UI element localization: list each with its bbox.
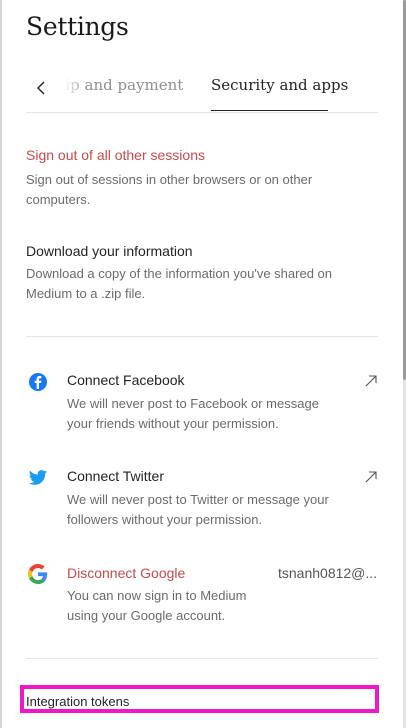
facebook-description: We will never post to Facebook or messag… bbox=[67, 396, 319, 431]
external-arrow-icon[interactable] bbox=[364, 374, 378, 388]
disconnect-google-link[interactable]: Disconnect Google bbox=[67, 565, 185, 581]
facebook-icon bbox=[29, 373, 47, 391]
twitter-description: We will never post to Twitter or message… bbox=[67, 492, 329, 527]
connect-twitter-link[interactable]: Connect Twitter bbox=[67, 468, 164, 484]
tab-security-and-apps[interactable]: Security and apps bbox=[211, 76, 348, 94]
google-account-email: tsnanh0812@... bbox=[278, 565, 378, 581]
active-tab-indicator bbox=[211, 110, 328, 111]
settings-tabs: ship and payment Security and apps bbox=[26, 64, 378, 113]
download-description: Download a copy of the information you'v… bbox=[26, 266, 333, 301]
section-divider bbox=[26, 336, 378, 337]
twitter-icon bbox=[28, 470, 48, 485]
section-divider bbox=[26, 658, 378, 659]
sign-out-other-sessions-link[interactable]: Sign out of all other sessions bbox=[26, 147, 205, 163]
window-left-edge bbox=[0, 0, 2, 728]
external-arrow-icon[interactable] bbox=[364, 470, 378, 484]
integration-tokens-link[interactable]: Integration tokens bbox=[26, 694, 129, 709]
google-description: You can now sign in to Medium using your… bbox=[67, 588, 247, 623]
google-icon bbox=[28, 564, 48, 584]
download-information-link[interactable]: Download your information bbox=[26, 243, 193, 259]
page-title: Settings bbox=[26, 12, 129, 41]
tab-membership-and-payment[interactable]: ship and payment bbox=[64, 76, 194, 94]
chevron-left-icon[interactable] bbox=[32, 78, 52, 98]
sign-out-description: Sign out of sessions in other browsers o… bbox=[26, 172, 313, 207]
connect-facebook-link[interactable]: Connect Facebook bbox=[67, 372, 185, 388]
